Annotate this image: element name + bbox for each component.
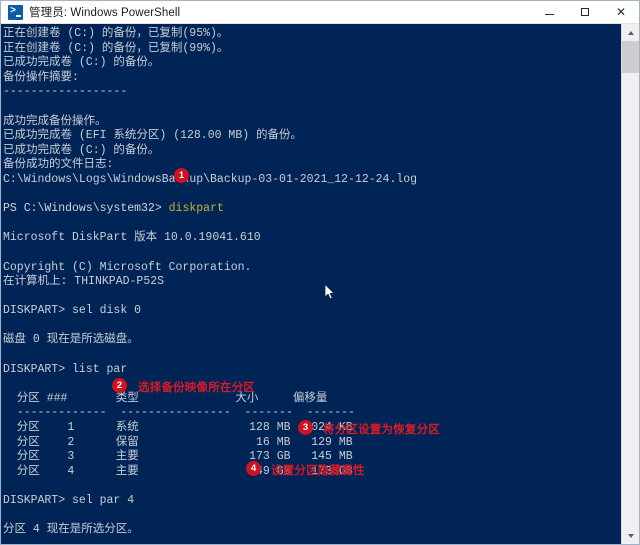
close-button[interactable]: ✕ bbox=[603, 1, 639, 23]
close-icon: ✕ bbox=[615, 5, 627, 19]
terminal-line: ------------------ bbox=[3, 85, 128, 99]
terminal-line: 分区 ### 类型 大小 偏移量 bbox=[3, 391, 328, 405]
terminal-line: 备份成功的文件日志: bbox=[3, 158, 114, 172]
window-controls: ✕ bbox=[531, 1, 639, 23]
terminal-line: 磁盘 0 现在是所选磁盘。 bbox=[3, 333, 139, 347]
maximize-button[interactable] bbox=[567, 1, 603, 23]
terminal-line: 已成功完成卷 (C:) 的备份。 bbox=[3, 143, 160, 157]
title-bar[interactable]: 管理员: Windows PowerShell ✕ bbox=[1, 1, 639, 24]
terminal-line: 正在创建卷 (C:) 的备份，已复制(99%)。 bbox=[3, 41, 229, 55]
vertical-scrollbar[interactable] bbox=[621, 24, 639, 544]
scroll-down-arrow[interactable] bbox=[622, 527, 639, 544]
annotation-badge-3: 3 bbox=[298, 420, 313, 435]
terminal-line: DISKPART> list par bbox=[3, 362, 128, 376]
terminal-line: 已成功完成卷 (C:) 的备份。 bbox=[3, 56, 160, 70]
terminal-line: 在计算机上: THINKPAD-P52S bbox=[3, 275, 165, 289]
annotation-badge-2: 2 bbox=[112, 378, 127, 393]
terminal-line: 正在创建卷 (C:) 的备份，已复制(95%)。 bbox=[3, 27, 229, 40]
terminal-line: Copyright (C) Microsoft Corporation. bbox=[3, 260, 252, 274]
minimize-button[interactable] bbox=[531, 1, 567, 23]
terminal-line: DISKPART> sel disk 0 bbox=[3, 304, 142, 318]
powershell-window: 管理员: Windows PowerShell ✕ 正在创建卷 (C:) 的备份… bbox=[0, 0, 640, 545]
terminal-line: ------------- ---------------- ------- -… bbox=[3, 406, 355, 420]
window-title: 管理员: Windows PowerShell bbox=[29, 7, 181, 19]
minimize-icon bbox=[544, 13, 554, 15]
annotation-note-4: 设置分区隐藏属性 bbox=[271, 465, 365, 477]
terminal-line: Microsoft DiskPart 版本 10.0.19041.610 bbox=[3, 231, 261, 245]
powershell-icon bbox=[8, 4, 23, 20]
title-bar-left: 管理员: Windows PowerShell bbox=[1, 4, 531, 20]
maximize-icon bbox=[581, 8, 589, 16]
terminal-line: 成功完成备份操作。 bbox=[3, 114, 107, 128]
terminal-line: DISKPART> sel par 4 bbox=[3, 494, 135, 507]
terminal-line: 备份操作摘要: bbox=[3, 70, 79, 84]
terminal-line: 分区 4 现在是所选分区。 bbox=[3, 523, 139, 537]
annotation-badge-1: 1 bbox=[174, 168, 189, 183]
scroll-up-arrow[interactable] bbox=[622, 24, 639, 41]
command-token: diskpart bbox=[168, 202, 224, 216]
console-area: 正在创建卷 (C:) 的备份，已复制(95%)。 正在创建卷 (C:) 的备份，已… bbox=[1, 24, 639, 544]
annotation-note-2: 选择备份映像所在分区 bbox=[138, 382, 255, 394]
terminal-line: 已成功完成卷 (EFI 系统分区) (128.00 MB) 的备份。 bbox=[3, 129, 303, 143]
annotation-badge-4: 4 bbox=[246, 461, 261, 476]
scrollbar-track[interactable] bbox=[622, 41, 639, 527]
scroll-thumb[interactable] bbox=[622, 41, 639, 73]
prompt-text: PS C:\Windows\system32> bbox=[3, 202, 169, 216]
console-output[interactable]: 正在创建卷 (C:) 的备份，已复制(95%)。 正在创建卷 (C:) 的备份，已… bbox=[1, 24, 621, 544]
terminal-line: 分区 2 保留 16 MB 129 MB bbox=[3, 435, 353, 449]
annotation-note-3: 将分区设置为恢复分区 bbox=[323, 424, 440, 436]
terminal-line: PS C:\Windows\system32> diskpart bbox=[3, 202, 621, 217]
terminal-line: C:\Windows\Logs\WindowsBackup\Backup-03-… bbox=[3, 172, 418, 186]
